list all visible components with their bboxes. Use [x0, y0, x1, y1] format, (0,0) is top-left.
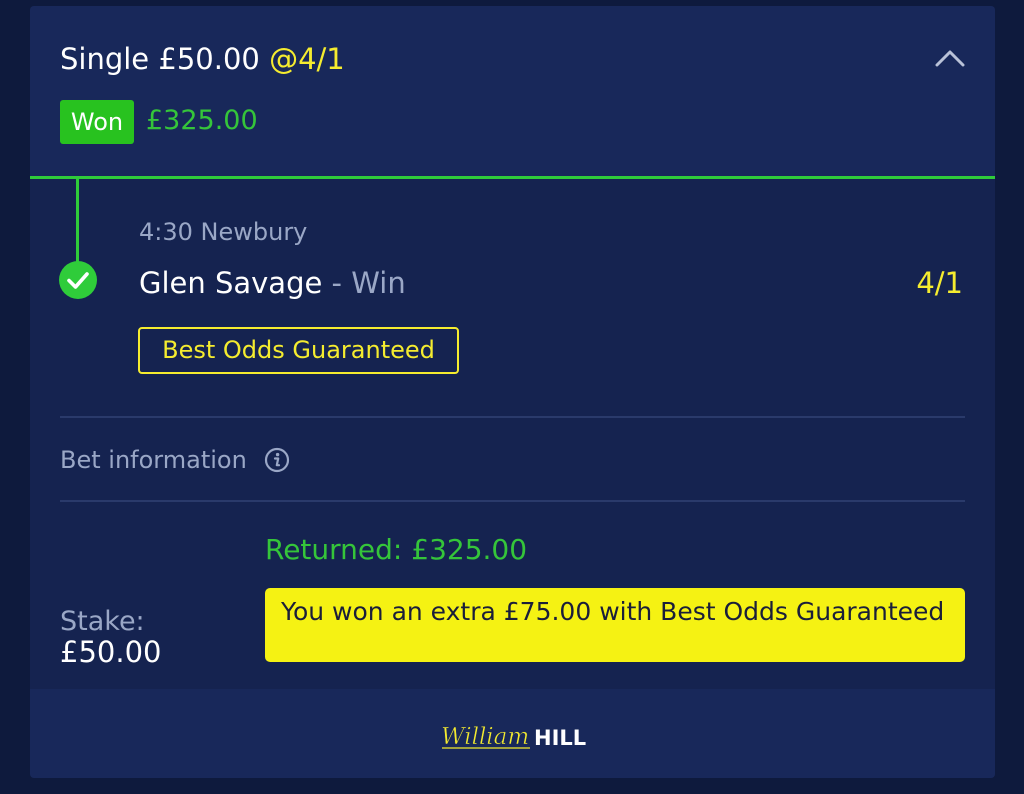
section-divider [60, 500, 965, 502]
selection-separator: - [322, 266, 352, 300]
selection-line: Glen Savage - Win [139, 266, 406, 300]
won-amount: £325.00 [146, 105, 258, 136]
bet-title: Single £50.00 @4/1 [60, 42, 345, 76]
bet-header[interactable]: Single £50.00 @4/1 Won £325.00 [30, 6, 995, 176]
william-hill-logo: William HILL [441, 724, 586, 751]
bet-odds: @4/1 [269, 42, 345, 76]
status-divider [30, 176, 995, 179]
status-badge: Won [60, 100, 134, 144]
best-odds-extra-banner: You won an extra £75.00 with Best Odds G… [265, 588, 965, 662]
info-icon[interactable] [264, 447, 290, 473]
stake-value: £50.00 [60, 635, 162, 669]
footer: William HILL [30, 689, 995, 778]
bet-card: Single £50.00 @4/1 Won £325.00 4:30 Newb… [30, 6, 995, 778]
stake-label: Stake: [60, 606, 145, 637]
timeline-line [76, 179, 79, 273]
best-odds-tag: Best Odds Guaranteed [138, 327, 459, 374]
svg-text:HILL: HILL [534, 726, 586, 750]
bet-type-stake: Single £50.00 [60, 42, 260, 76]
returned-amount: Returned: £325.00 [265, 533, 528, 566]
bet-information-label[interactable]: Bet information [60, 446, 247, 474]
runner-name: Glen Savage [139, 266, 323, 300]
section-divider [60, 416, 965, 418]
check-circle-icon [59, 261, 97, 299]
event-name: 4:30 Newbury [139, 218, 308, 246]
selection-odds: 4/1 [916, 266, 963, 300]
market-name: Win [351, 266, 406, 300]
chevron-up-icon[interactable] [935, 48, 965, 68]
svg-text:William: William [441, 724, 529, 750]
